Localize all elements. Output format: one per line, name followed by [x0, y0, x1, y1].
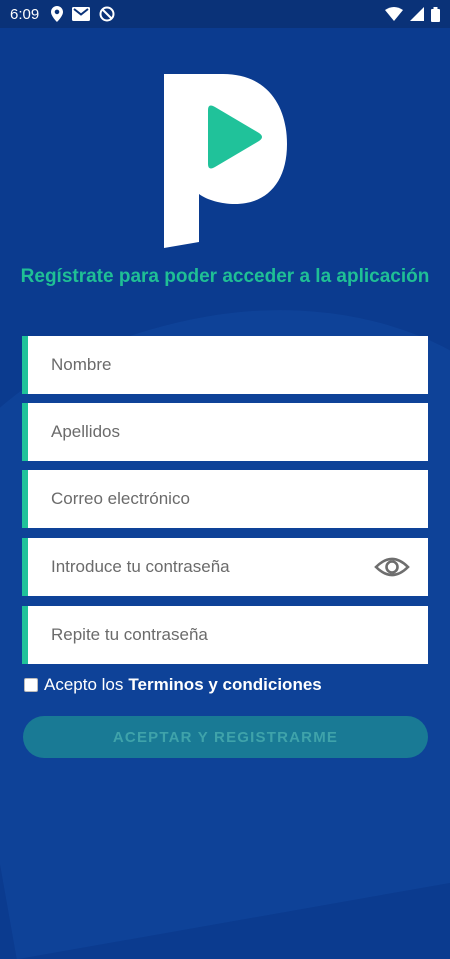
repeat-password-input[interactable] [28, 606, 428, 664]
nombre-field[interactable] [22, 336, 428, 394]
signal-icon [410, 7, 424, 21]
eye-icon[interactable] [374, 552, 410, 582]
apellidos-input[interactable] [28, 403, 428, 461]
terms-checkbox[interactable] [24, 678, 38, 692]
mail-icon [72, 7, 91, 21]
status-time: 6:09 [10, 5, 40, 23]
password-field[interactable] [22, 538, 428, 596]
wifi-icon [385, 7, 403, 21]
register-button[interactable]: ACEPTAR Y REGISTRARME [23, 716, 428, 758]
nombre-input[interactable] [28, 336, 428, 394]
email-field[interactable] [22, 470, 428, 528]
password-input[interactable] [28, 538, 428, 596]
location-icon [51, 6, 64, 22]
play-p-logo-icon [164, 74, 287, 248]
terms-prefix: Acepto los [44, 675, 124, 694]
do-not-disturb-icon [99, 6, 115, 22]
battery-icon [431, 6, 440, 22]
repeat-password-field[interactable] [22, 606, 428, 664]
status-bar: 6:09 [0, 0, 450, 28]
terms-row: Acepto los Terminos y condiciones [24, 675, 322, 695]
email-input[interactable] [28, 470, 428, 528]
terms-link[interactable]: Terminos y condiciones [128, 675, 321, 695]
apellidos-field[interactable] [22, 403, 428, 461]
page-title: Regístrate para poder acceder a la aplic… [20, 266, 430, 287]
